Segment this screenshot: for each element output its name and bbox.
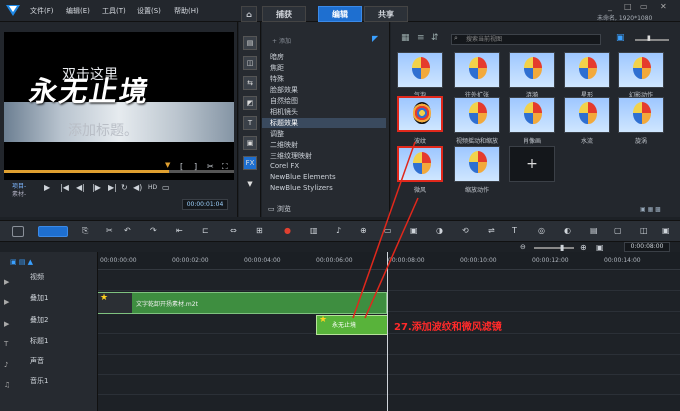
annotation-arrows [352, 141, 419, 319]
step-annotation: 27.添加波纹和微风滤镜 [394, 322, 502, 333]
